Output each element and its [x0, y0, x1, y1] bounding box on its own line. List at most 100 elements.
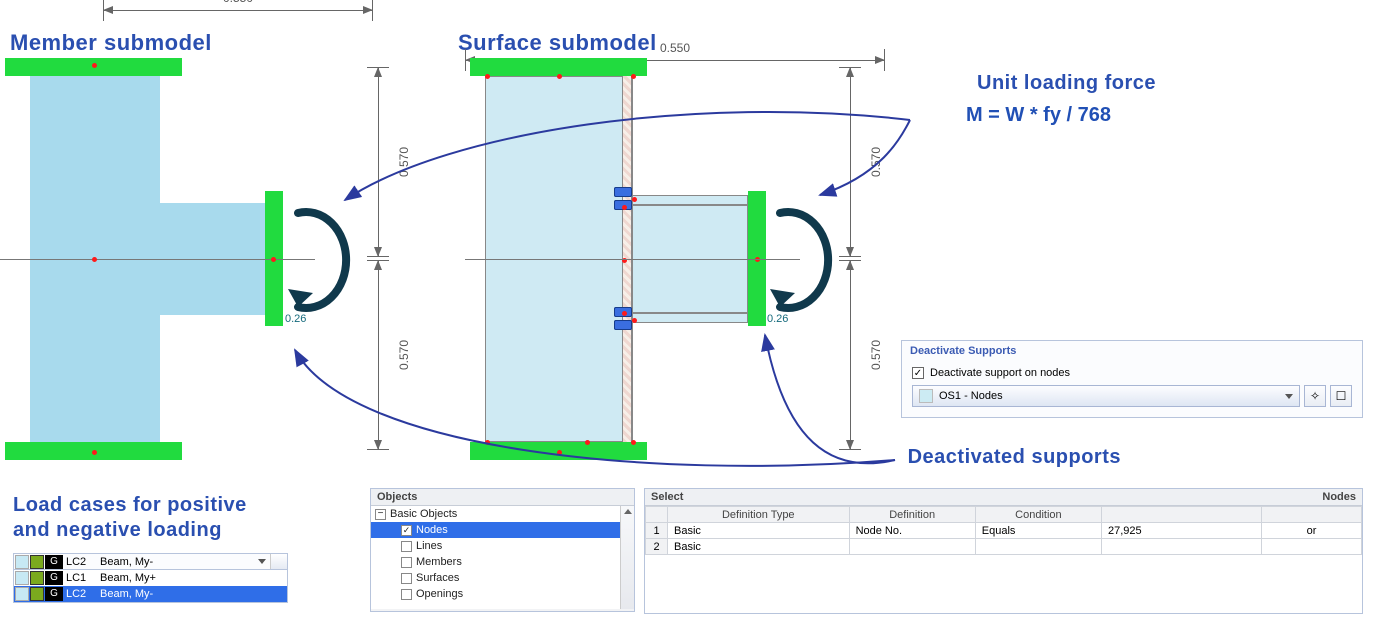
dim-width-label-r: 0.550: [465, 41, 885, 55]
flange-lower: [632, 313, 748, 323]
tree-item-nodes[interactable]: ✓ Nodes: [371, 522, 634, 538]
cell[interactable]: or: [1262, 523, 1362, 539]
cell[interactable]: Node No.: [849, 523, 975, 539]
member-submodel-title: Member submodel: [10, 30, 212, 56]
moment-arc-icon: [765, 205, 835, 315]
tree-label: Openings: [416, 588, 463, 600]
node: [631, 440, 636, 445]
deact-checkbox-row[interactable]: ✓ Deactivate support on nodes: [912, 367, 1352, 379]
object-selection-dropdown[interactable]: OS1 - Nodes: [912, 385, 1300, 407]
row-index: 1: [646, 523, 668, 539]
surface-submodel-figure: 0.550 0.570 0.570 0.26: [465, 55, 885, 465]
node: [632, 318, 637, 323]
checkbox[interactable]: ✓: [912, 367, 924, 379]
new-selection-button[interactable]: ✧: [1304, 385, 1326, 407]
checkbox[interactable]: [401, 573, 412, 584]
swatch-icon: [919, 389, 933, 403]
node: [622, 311, 627, 316]
node: [632, 197, 637, 202]
checkbox[interactable]: ✓: [401, 525, 412, 536]
node: [485, 440, 490, 445]
collapse-icon[interactable]: −: [375, 509, 386, 520]
dimension-width: 0.550: [103, 5, 373, 15]
lc-code: LC2: [63, 556, 97, 568]
cell[interactable]: [1102, 539, 1262, 555]
col-def-type: Definition Type: [668, 507, 850, 523]
node: [92, 257, 97, 262]
formula-label: M = W * fy / 768: [966, 104, 1111, 127]
moment-value-left: 0.26: [285, 313, 306, 325]
lc-code: LC2: [63, 588, 97, 600]
deactivate-supports-panel: Deactivate Supports ✓ Deactivate support…: [901, 340, 1363, 418]
cell[interactable]: Equals: [975, 523, 1101, 539]
lc-name: Beam, My-: [97, 588, 287, 600]
loadcase-item[interactable]: G LC1 Beam, My+: [14, 570, 287, 586]
checkbox[interactable]: [401, 589, 412, 600]
table-row[interactable]: 1 Basic Node No. Equals 27,925 or: [646, 523, 1362, 539]
dim-width-label: 0.550: [103, 0, 373, 5]
node: [631, 74, 636, 79]
lc-code: LC1: [63, 572, 97, 584]
node: [622, 205, 627, 210]
axis-h-right: [465, 259, 800, 260]
cell[interactable]: Basic: [668, 539, 850, 555]
moment-value-right: 0.26: [767, 313, 788, 325]
dimension-h-lower: 0.570: [373, 260, 383, 450]
tree-item-openings[interactable]: Openings: [371, 586, 634, 602]
tree-item-members[interactable]: Members: [371, 554, 634, 570]
dim-label: 0.570: [869, 340, 883, 370]
select-panel: Select Nodes Definition Type Definition …: [644, 488, 1363, 614]
loadcases-caption: Load cases for positive and negative loa…: [13, 493, 247, 543]
dim-label: 0.570: [869, 147, 883, 177]
lc-g: G: [45, 587, 63, 601]
handle: [614, 320, 632, 330]
loadcase-dropdown[interactable]: G LC2 Beam, My- G LC1 Beam, My+ G LC2 Be…: [13, 553, 288, 603]
member-submodel-figure: 0.550 0.570 0.570 0.26: [5, 55, 435, 465]
node: [271, 257, 276, 262]
cell[interactable]: [1262, 539, 1362, 555]
cell[interactable]: [975, 539, 1101, 555]
lc-caption-l1: Load cases for positive: [13, 494, 247, 516]
tree-label: Surfaces: [416, 572, 459, 584]
dimension-h-upper: 0.570: [373, 67, 383, 257]
lc-g: G: [45, 555, 63, 569]
node: [557, 450, 562, 455]
dimension-h-lower-r: 0.570: [845, 260, 855, 450]
pick-selection-button[interactable]: ☐: [1330, 385, 1352, 407]
select-table[interactable]: Definition Type Definition Condition 1 B…: [645, 506, 1362, 555]
loadcase-selected[interactable]: G LC2 Beam, My-: [14, 554, 287, 570]
cell[interactable]: [849, 539, 975, 555]
flange-upper: [632, 195, 748, 205]
tree-label: Nodes: [416, 524, 448, 536]
scrollbar[interactable]: [620, 506, 634, 609]
col-value: [1102, 507, 1262, 523]
deactivated-supports-label: Deactivated supports: [908, 446, 1121, 469]
checkbox[interactable]: [401, 541, 412, 552]
objects-tree[interactable]: − Basic Objects ✓ Nodes Lines Members Su…: [371, 506, 634, 609]
tree-label: Members: [416, 556, 462, 568]
select-subtitle: Nodes: [1322, 491, 1356, 503]
dropdown-value: OS1 - Nodes: [939, 390, 1003, 402]
checkbox[interactable]: [401, 557, 412, 568]
select-title: Select: [651, 491, 683, 503]
tree-root[interactable]: − Basic Objects: [371, 506, 634, 522]
node: [557, 74, 562, 79]
cell[interactable]: Basic: [668, 523, 850, 539]
tree-item-surfaces[interactable]: Surfaces: [371, 570, 634, 586]
deact-title: Deactivate Supports: [902, 341, 1362, 361]
lc-name: Beam, My-: [97, 556, 258, 568]
cell[interactable]: 27,925: [1102, 523, 1262, 539]
row-index: 2: [646, 539, 668, 555]
lc-g: G: [45, 571, 63, 585]
col-join: [1262, 507, 1362, 523]
tree-item-lines[interactable]: Lines: [371, 538, 634, 554]
dimension-h-upper-r: 0.570: [845, 67, 855, 257]
unit-loading-force-label: Unit loading force: [977, 72, 1156, 95]
loadcase-item[interactable]: G LC2 Beam, My-: [14, 586, 287, 602]
moment-arc-icon: [283, 205, 353, 315]
objects-panel: Objects − Basic Objects ✓ Nodes Lines Me…: [370, 488, 635, 612]
dim-h-upper-label: 0.570: [397, 147, 411, 177]
table-row[interactable]: 2 Basic: [646, 539, 1362, 555]
tree-root-label: Basic Objects: [390, 508, 457, 520]
node: [585, 440, 590, 445]
